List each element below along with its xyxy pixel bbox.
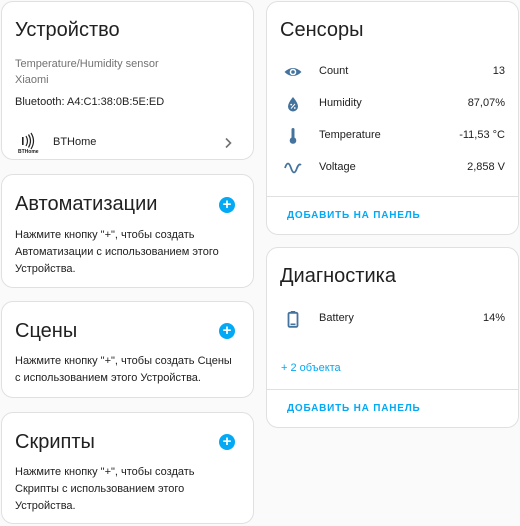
bthome-logo-text: BTHome xyxy=(18,149,39,155)
water-percent-icon xyxy=(283,94,303,114)
device-info-card: Устройство Temperature/Humidity sensor X… xyxy=(1,1,254,160)
scripts-title: Скрипты xyxy=(15,431,95,453)
device-connection: Bluetooth: A4:C1:38:0B:5E:ED xyxy=(15,96,165,108)
bthome-logo-icon: BTHome xyxy=(18,132,40,155)
add-automation-button[interactable]: + xyxy=(219,197,235,213)
sensor-row-temperature[interactable]: Temperature -11,53 °C xyxy=(267,124,518,148)
eye-icon xyxy=(283,62,303,82)
sensor-value: -11,53 °C xyxy=(459,129,505,141)
sensors-add-to-dashboard-button[interactable]: ДОБАВИТЬ НА ПАНЕЛЬ xyxy=(287,210,421,221)
device-manufacturer: Xiaomi xyxy=(15,74,49,86)
scripts-description: Нажмите кнопку "+", чтобы создать Скрипт… xyxy=(15,466,195,512)
show-more-entities-link[interactable]: + 2 объекта xyxy=(281,362,341,374)
automations-description: Нажмите кнопку "+", чтобы создать Автома… xyxy=(15,229,219,275)
sensors-title: Сенсоры xyxy=(280,19,364,41)
diagnostic-name: Battery xyxy=(319,312,354,324)
sensor-value: 2,858 V xyxy=(467,161,505,173)
diagnostic-row-battery[interactable]: Battery 14% xyxy=(267,307,518,331)
add-scene-button[interactable]: + xyxy=(219,323,235,339)
diagnostics-divider xyxy=(267,389,518,390)
scenes-description: Нажмите кнопку "+", чтобы создать Сцены … xyxy=(15,355,232,384)
device-model: Temperature/Humidity sensor xyxy=(15,58,159,70)
diagnostic-value: 14% xyxy=(482,312,505,324)
sensors-card: Сенсоры Count 13 Humidity 87,07% Tempera… xyxy=(266,1,519,235)
scenes-title: Сцены xyxy=(15,320,78,342)
sensor-name: Count xyxy=(319,65,349,77)
automations-title: Автоматизации xyxy=(15,193,158,215)
device-card-title: Устройство xyxy=(15,19,120,41)
sensor-name: Temperature xyxy=(319,129,381,141)
diagnostics-title: Диагностика xyxy=(280,265,396,287)
sensor-value: 87,07% xyxy=(467,97,505,109)
scripts-card: Скрипты + Нажмите кнопку "+", чтобы созд… xyxy=(1,412,254,524)
sensor-row-count[interactable]: Count 13 xyxy=(267,60,518,84)
thermometer-icon xyxy=(283,126,303,146)
diagnostics-add-to-dashboard-button[interactable]: ДОБАВИТЬ НА ПАНЕЛЬ xyxy=(287,403,421,414)
sine-wave-icon xyxy=(283,158,303,178)
chevron-right-icon xyxy=(223,136,233,149)
integration-row[interactable]: BTHome BTHome xyxy=(2,128,253,158)
sensors-divider xyxy=(267,196,518,197)
battery-icon xyxy=(283,309,303,329)
automations-card: Автоматизации + Нажмите кнопку "+", чтоб… xyxy=(1,174,254,288)
sensor-row-voltage[interactable]: Voltage 2,858 V xyxy=(267,156,518,180)
add-script-button[interactable]: + xyxy=(219,434,235,450)
sensor-row-humidity[interactable]: Humidity 87,07% xyxy=(267,92,518,116)
scenes-card: Сцены + Нажмите кнопку "+", чтобы создат… xyxy=(1,301,254,398)
sensor-name: Voltage xyxy=(319,161,356,173)
diagnostics-card: Диагностика Battery 14% + 2 объекта ДОБА… xyxy=(266,247,519,428)
sensor-value: 13 xyxy=(492,65,505,77)
sensor-name: Humidity xyxy=(319,97,362,109)
integration-name: BTHome xyxy=(53,136,97,148)
